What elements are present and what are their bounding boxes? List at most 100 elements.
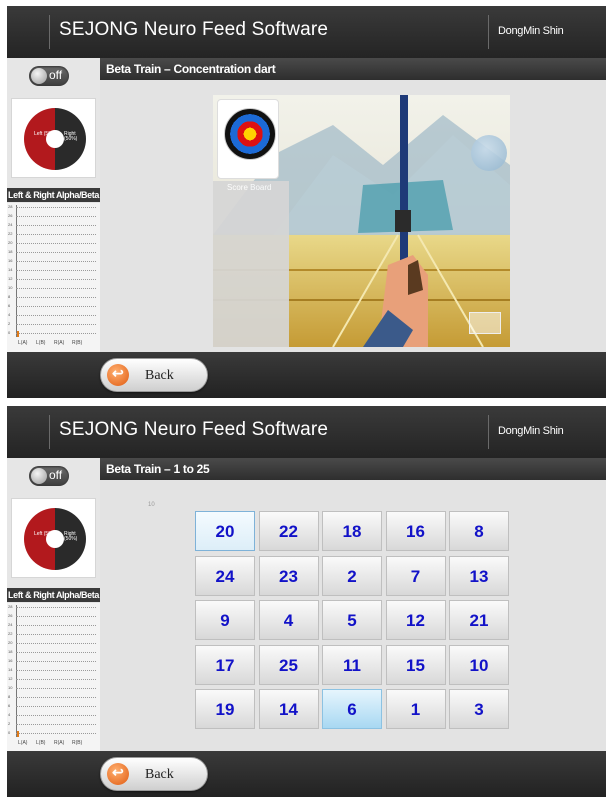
grid-hint: 10 (148, 502, 155, 508)
footer-bar: ↩ Back (7, 751, 606, 797)
graph-y-tick: 18 (8, 249, 13, 254)
number-cell-21[interactable]: 21 (449, 600, 509, 640)
header-divider (49, 15, 50, 49)
number-cell-5[interactable]: 5 (322, 600, 382, 640)
header-divider (488, 415, 489, 449)
alpha-beta-graph: 28 26 24 22 20 18 16 14 12 10 8 6 4 2 0 L(A) L(B) R(A) R(B… (7, 603, 100, 753)
graph-y-tick: 22 (8, 231, 13, 236)
alpha-beta-graph: 28 26 24 22 20 18 16 14 12 10 8 6 4 2 0 L(A) L(B) R(A) R(B… (7, 203, 100, 353)
graph-x-tick: L(A) (18, 340, 28, 346)
number-cell-17[interactable]: 17 (195, 644, 255, 685)
number-cell-1[interactable]: 1 (385, 689, 446, 729)
scoreboard-title: Score Board (227, 183, 272, 192)
number-cell-14[interactable]: 14 (258, 689, 319, 729)
graph-gridline (16, 724, 96, 725)
graph-gridline (16, 688, 96, 689)
graph-x-tick: L(B) (36, 740, 46, 746)
number-cell-2[interactable]: 2 (322, 555, 382, 596)
graph-y-tick: 0 (8, 330, 11, 335)
graph-title: Left & Right Alpha/Beta (7, 588, 100, 602)
graph-gridline (16, 706, 96, 707)
game-corner-button[interactable] (469, 312, 501, 334)
graph-bar (17, 331, 19, 337)
graph-y-tick: 2 (8, 321, 11, 326)
graph-y-tick: 20 (8, 640, 13, 645)
graph-gridline (16, 315, 96, 316)
number-cell-19[interactable]: 19 (195, 689, 255, 729)
content-title: Beta Train – 1 to 25 (100, 458, 606, 480)
graph-y-tick: 2 (8, 721, 11, 726)
graph-gridline (16, 279, 96, 280)
graph-gridline (16, 670, 96, 671)
balance-donut-chart: Left (50%) Right (50%) (24, 108, 86, 170)
back-button[interactable]: ↩ Back (100, 757, 208, 791)
sidebar: off Left (50%) Right (50%) Left & Right … (7, 58, 100, 353)
number-cell-9[interactable]: 9 (195, 600, 255, 640)
graph-gridline (16, 715, 96, 716)
donut-right-label: Right (50%) (64, 531, 78, 542)
number-cell-15[interactable]: 15 (385, 644, 446, 685)
graph-y-tick: 16 (8, 658, 13, 663)
graph-y-tick: 14 (8, 267, 13, 272)
toggle-label: off (49, 468, 63, 482)
number-cell-13[interactable]: 13 (449, 555, 509, 596)
back-button[interactable]: ↩ Back (100, 358, 208, 392)
number-cell-3[interactable]: 3 (449, 689, 509, 729)
donut-right-label: Right (50%) (64, 131, 78, 142)
graph-x-tick: R(B) (72, 340, 83, 346)
power-toggle[interactable]: off (29, 66, 69, 86)
graph-gridline (16, 625, 96, 626)
balance-donut-chart: Left (50%) Right (50%) (24, 508, 86, 570)
graph-y-tick: 28 (8, 604, 13, 609)
donut-left-label: Left (50%) (34, 531, 58, 537)
graph-y-tick: 20 (8, 240, 13, 245)
number-cell-8[interactable]: 8 (449, 511, 509, 551)
number-grid: 20 22 18 16 8 24 23 2 7 13 9 4 5 12 21 17 25 11 15 10 19 14 6 1… (195, 511, 511, 731)
number-cell-18[interactable]: 18 (322, 511, 382, 551)
graph-x-tick: R(A) (54, 340, 65, 346)
graph-y-tick: 12 (8, 676, 13, 681)
app-title: SEJONG Neuro Feed Software (59, 19, 329, 40)
graph-y-tick: 8 (8, 294, 11, 299)
toggle-label: off (49, 68, 63, 82)
number-cell-23[interactable]: 23 (258, 555, 319, 596)
graph-x-tick: L(B) (36, 340, 46, 346)
graph-y-tick: 12 (8, 276, 13, 281)
graph-gridline (16, 324, 96, 325)
number-cell-12[interactable]: 12 (385, 600, 446, 640)
dart-game-view[interactable]: Score Board (213, 95, 510, 347)
graph-y-tick: 26 (8, 213, 13, 218)
header-divider (488, 15, 489, 49)
graph-gridline (16, 234, 96, 235)
graph-gridline (16, 288, 96, 289)
number-cell-7[interactable]: 7 (385, 555, 446, 596)
user-name: DongMin Shin (498, 25, 564, 37)
number-cell-4[interactable]: 4 (258, 600, 319, 640)
number-cell-16[interactable]: 16 (385, 511, 446, 551)
graph-y-tick: 10 (8, 685, 13, 690)
graph-gridline (16, 333, 96, 334)
number-cell-6[interactable]: 6 (322, 689, 382, 729)
graph-x-tick: R(A) (54, 740, 65, 746)
content-title: Beta Train – Concentration dart (100, 58, 606, 80)
power-toggle[interactable]: off (29, 466, 69, 486)
back-arrow-icon: ↩ (107, 763, 129, 785)
graph-gridline (16, 697, 96, 698)
number-cell-22[interactable]: 22 (258, 511, 319, 551)
graph-gridline (16, 216, 96, 217)
fire-button[interactable] (471, 135, 507, 171)
target-icon (224, 108, 276, 160)
graph-y-tick: 14 (8, 667, 13, 672)
toggle-knob (31, 468, 47, 484)
back-button-label: Back (145, 368, 174, 383)
number-cell-24[interactable]: 24 (195, 555, 255, 596)
number-cell-20[interactable]: 20 (195, 511, 255, 551)
number-cell-25[interactable]: 25 (258, 644, 319, 685)
number-cell-11[interactable]: 11 (322, 644, 382, 685)
graph-y-tick: 26 (8, 613, 13, 618)
graph-gridline (16, 733, 96, 734)
balance-donut-card: Left (50%) Right (50%) (11, 498, 96, 578)
footer-bar: ↩ Back (7, 352, 606, 398)
number-cell-10[interactable]: 10 (449, 644, 509, 685)
graph-bar (17, 731, 19, 737)
